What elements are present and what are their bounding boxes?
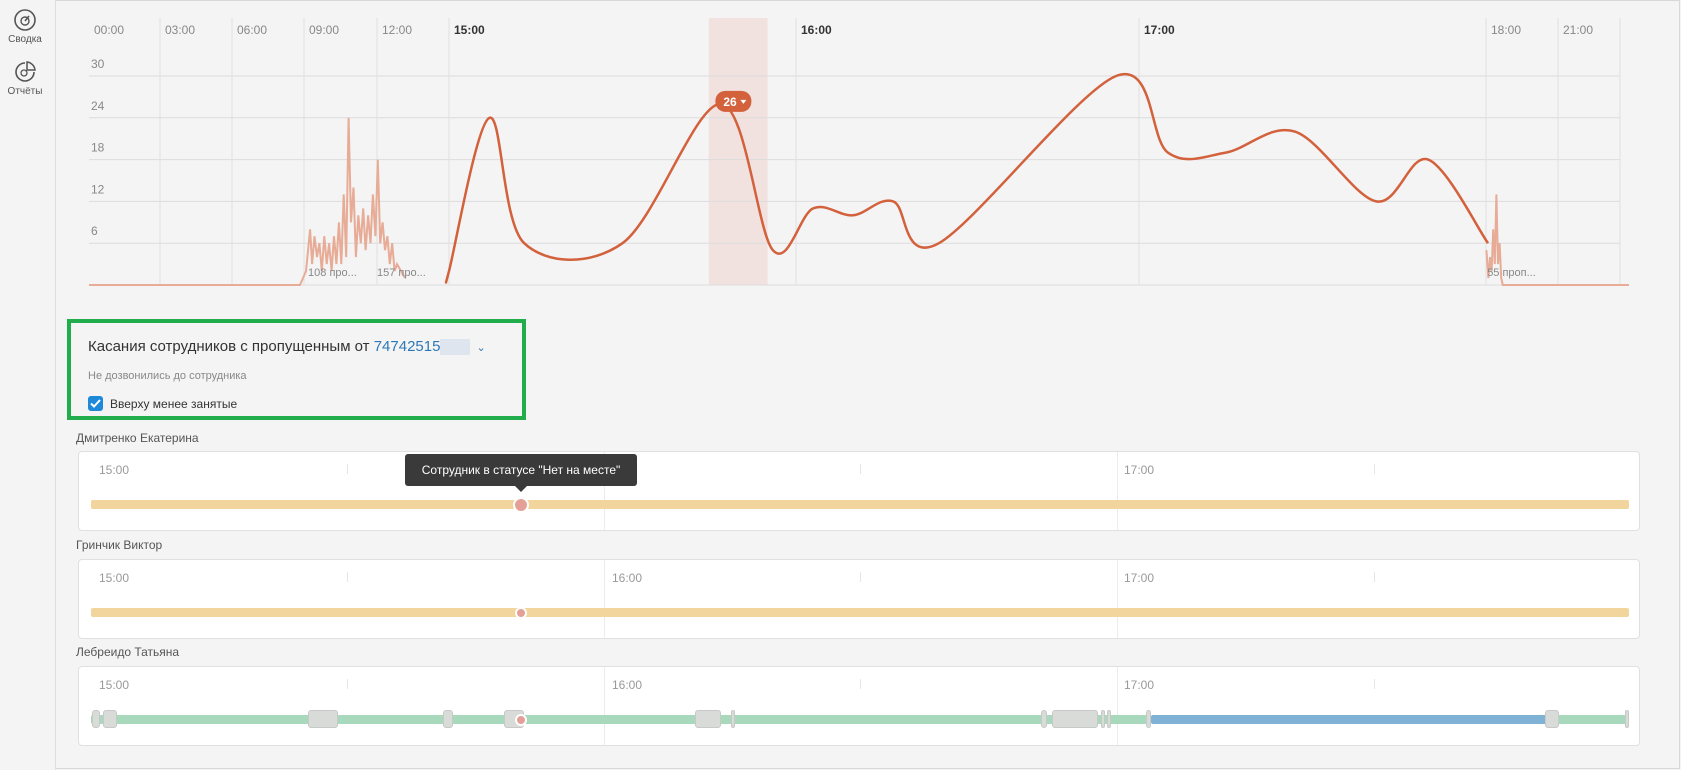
y-tick-label: 6 xyxy=(91,224,98,238)
annotation-label: 157 про... xyxy=(377,267,426,279)
panel-title[interactable]: Касания сотрудников с пропущенным от 747… xyxy=(88,338,486,356)
time-label: 15:00 xyxy=(99,463,130,477)
time-tick-label: 03:00 xyxy=(165,23,195,37)
employee-name: Дмитренко Екатерина xyxy=(76,431,199,445)
time-tick-label: 16:00 xyxy=(801,23,832,37)
annotation-label: 55 проп... xyxy=(1487,267,1536,279)
time-tick-label: 09:00 xyxy=(309,23,339,37)
grid-line xyxy=(604,560,605,638)
sidebar: Сводка Отчёты xyxy=(0,0,56,770)
time-tick-label: 17:00 xyxy=(1144,23,1175,37)
time-tick-label: 18:00 xyxy=(1491,23,1521,37)
time-tick-label: 12:00 xyxy=(382,23,412,37)
time-tick-label: 15:00 xyxy=(454,23,485,37)
series-line-main xyxy=(444,72,1490,284)
employee-timeline-card: 15:00 17:00 xyxy=(78,451,1640,531)
missed-call-panel: Касания сотрудников с пропущенным от 747… xyxy=(67,319,526,420)
speedometer-icon xyxy=(14,9,36,31)
time-tick-label: 00:00 xyxy=(94,23,124,37)
time-label: 17:00 xyxy=(1124,463,1155,477)
tick-mark xyxy=(347,464,348,474)
status-bar-available[interactable] xyxy=(91,715,1151,724)
status-marker-dot[interactable] xyxy=(515,607,527,619)
panel-subtitle: Не дозвонились до сотрудника xyxy=(88,370,247,382)
nav-item-reports-label: Отчёты xyxy=(7,86,43,97)
y-tick-label: 12 xyxy=(91,182,105,196)
status-segment[interactable] xyxy=(695,710,721,728)
status-segment[interactable] xyxy=(443,710,453,728)
employee-name: Гринчик Виктор xyxy=(76,538,163,552)
nav-item-summary-label: Сводка xyxy=(8,34,42,45)
time-label: 16:00 xyxy=(612,678,643,692)
time-label: 16:00 xyxy=(612,571,643,585)
status-segment[interactable] xyxy=(731,710,735,728)
pie-chart-icon xyxy=(15,61,36,82)
grid-line xyxy=(604,667,605,745)
status-segment[interactable] xyxy=(1101,710,1105,728)
y-tick-label: 30 xyxy=(91,57,105,71)
status-segment[interactable] xyxy=(1052,710,1098,728)
status-tooltip: Сотрудник в статусе "Нет на месте" xyxy=(405,454,637,492)
status-segment[interactable] xyxy=(308,710,338,728)
activity-chart-svg: 00:00 03:00 06:00 09:00 12:00 15:00 16:00 17:00… xyxy=(89,18,1629,286)
status-bar[interactable] xyxy=(91,608,1629,617)
highlight-band xyxy=(708,18,768,285)
status-segment[interactable] xyxy=(1107,710,1111,728)
annotation-label: 108 про... xyxy=(308,267,357,279)
time-label: 15:00 xyxy=(99,678,130,692)
activity-chart: 00:00 03:00 06:00 09:00 12:00 15:00 16:00 17:00… xyxy=(89,18,1629,288)
status-segment[interactable] xyxy=(103,710,117,728)
status-segment[interactable] xyxy=(1625,710,1629,728)
tick-mark xyxy=(347,572,348,582)
status-segment[interactable] xyxy=(1146,710,1151,728)
employee-name: Лебреидо Татьяна xyxy=(76,645,180,659)
tick-mark xyxy=(860,572,861,582)
redacted-digits xyxy=(440,339,471,356)
nav-item-summary[interactable]: Сводка xyxy=(0,8,50,45)
tick-mark xyxy=(1374,572,1375,582)
panel-title-prefix: Касания сотрудников с пропущенным от xyxy=(88,338,374,355)
time-tick-label: 06:00 xyxy=(237,23,267,37)
tick-mark xyxy=(1374,679,1375,689)
grid-line xyxy=(1117,667,1118,745)
status-segment[interactable] xyxy=(1545,710,1559,728)
status-bar-busy[interactable] xyxy=(1151,715,1548,724)
employee-timeline-card: 15:00 16:00 17:00 xyxy=(78,666,1640,746)
status-marker-dot[interactable] xyxy=(513,497,529,513)
time-label: 15:00 xyxy=(99,571,130,585)
grid-line xyxy=(1117,452,1118,530)
status-segment[interactable] xyxy=(92,710,100,728)
status-bar[interactable] xyxy=(91,500,1629,509)
least-busy-checkbox[interactable]: Вверху менее занятые xyxy=(88,396,237,411)
time-tick-label: 21:00 xyxy=(1563,23,1593,37)
status-segment[interactable] xyxy=(1041,710,1047,728)
status-bar-available[interactable] xyxy=(1548,715,1629,724)
checkbox-label: Вверху менее занятые xyxy=(110,396,238,411)
y-tick-label: 24 xyxy=(91,99,105,113)
value-badge-label: 26 xyxy=(723,95,737,109)
tick-mark xyxy=(1374,464,1375,474)
nav-item-reports[interactable]: Отчёты xyxy=(0,60,50,97)
employee-timeline-card: 15:00 16:00 17:00 xyxy=(78,559,1640,639)
time-label: 17:00 xyxy=(1124,571,1155,585)
grid-line xyxy=(1117,560,1118,638)
checkbox-checked-icon[interactable] xyxy=(88,396,103,411)
time-label: 17:00 xyxy=(1124,678,1155,692)
chevron-down-icon[interactable]: ⌄ xyxy=(476,342,485,354)
tick-mark xyxy=(860,679,861,689)
caller-number[interactable]: 74742515 xyxy=(374,338,441,355)
status-marker-dot[interactable] xyxy=(515,714,527,726)
tick-mark xyxy=(860,464,861,474)
y-tick-label: 18 xyxy=(91,141,105,155)
tick-mark xyxy=(347,679,348,689)
